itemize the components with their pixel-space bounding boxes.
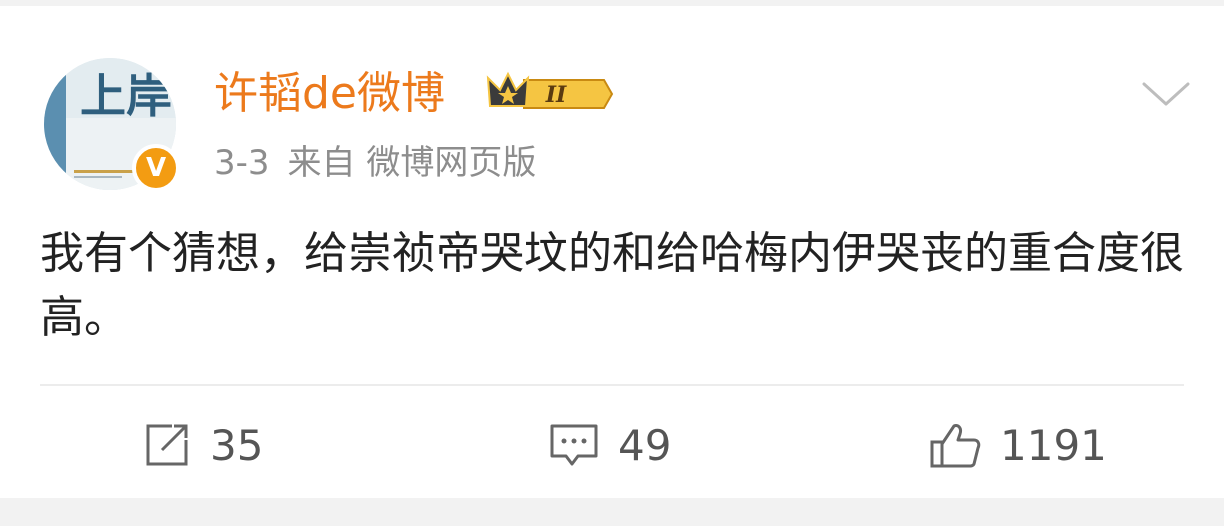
verified-badge: V — [132, 144, 180, 192]
comment-count: 49 — [618, 420, 672, 470]
verified-label: V — [145, 153, 167, 183]
like-button[interactable]: 1191 — [928, 416, 1107, 474]
comment-button[interactable]: 49 — [548, 416, 671, 474]
repost-icon — [146, 424, 188, 466]
vip-badge[interactable]: II — [484, 66, 614, 122]
avatar-text: 上岸 — [80, 69, 172, 123]
vip-level-label: II — [545, 82, 567, 108]
repost-count: 35 — [210, 420, 264, 470]
more-chevron-icon[interactable] — [1140, 74, 1192, 114]
post-meta: 3-3 来自 微博网页版 — [214, 140, 554, 186]
repost-button[interactable]: 35 — [142, 416, 263, 474]
username[interactable]: 许韬de微博 — [214, 66, 445, 122]
crown-icon — [486, 71, 530, 107]
bottom-separator — [0, 498, 1224, 526]
post-source[interactable]: 来自 微博网页版 — [288, 143, 537, 183]
action-divider — [40, 384, 1184, 386]
like-icon — [930, 424, 981, 468]
post-date: 3-3 — [214, 143, 270, 183]
post-content: 我有个猜想，给崇祯帝哭坟的和给哈梅内伊哭丧的重合度很高。 — [40, 228, 1184, 343]
comment-icon — [550, 424, 598, 466]
weibo-post-card: 上岸 V 许韬de微博 II 3-3 来自 微博网页版 我有个猜想，给崇祯帝哭坟的… — [0, 6, 1224, 498]
like-count: 1191 — [1000, 420, 1107, 470]
